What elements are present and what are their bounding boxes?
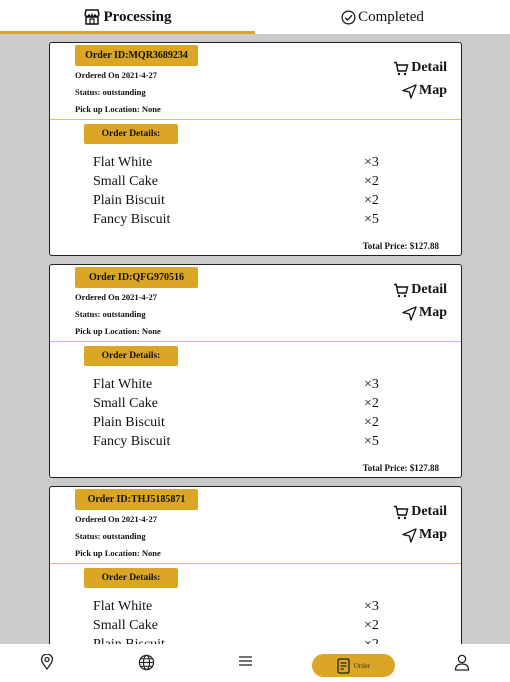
- detail-label: Detail: [411, 60, 447, 75]
- order-card-header: Order ID:THJ5185871 Ordered On 2021-4-27 S…: [50, 487, 461, 564]
- nav-location[interactable]: [40, 654, 54, 670]
- order-receipt-icon: [337, 657, 350, 674]
- order-date: Ordered On 2021-4-27: [75, 514, 158, 524]
- order-list[interactable]: Order ID:MQR3689234 Ordered On 2021-4-27 S…: [0, 34, 510, 644]
- order-date: Ordered On 2021-4-27: [75, 292, 158, 302]
- pickup-location: Pick up Location: None: [75, 548, 161, 558]
- tab-processing[interactable]: Processing: [0, 0, 255, 34]
- detail-label: Detail: [411, 282, 447, 297]
- item-quantity: ×3: [364, 377, 379, 392]
- check-circle-icon: [341, 10, 356, 24]
- item-quantity: ×2: [364, 193, 379, 208]
- item-name: Fancy Biscuit: [93, 434, 171, 449]
- location-pin-icon: [40, 654, 54, 670]
- order-id-badge: Order ID:QFG970516: [75, 267, 198, 288]
- pickup-location: Pick up Location: None: [75, 104, 161, 114]
- globe-icon: [138, 654, 155, 671]
- order-card-header: Order ID:QFG970516 Ordered On 2021-4-27 St…: [50, 265, 461, 342]
- tab-completed-label: Completed: [358, 8, 424, 25]
- order-status: Status: outstanding: [75, 87, 146, 97]
- item-name: Small Cake: [93, 174, 158, 189]
- item-quantity: ×5: [364, 434, 379, 449]
- menu-icon: [239, 656, 252, 666]
- order-card-header: Order ID:MQR3689234 Ordered On 2021-4-27 S…: [50, 43, 461, 120]
- navigation-arrow-icon: [402, 83, 417, 99]
- order-details-label: Order Details:: [84, 568, 178, 588]
- item-name: Small Cake: [93, 618, 158, 633]
- total-price: Total Price: $127.88: [362, 463, 439, 473]
- map-button[interactable]: Map: [402, 527, 447, 543]
- detail-button[interactable]: Detail: [393, 504, 447, 520]
- order-details-label: Order Details:: [84, 124, 178, 144]
- cart-icon: [394, 505, 409, 519]
- map-button[interactable]: Map: [402, 305, 447, 321]
- order-date: Ordered On 2021-4-27: [75, 70, 158, 80]
- order-id-badge: Order ID:THJ5185871: [75, 489, 198, 510]
- nav-order[interactable]: Order: [312, 654, 395, 677]
- detail-label: Detail: [411, 504, 447, 519]
- item-quantity: ×3: [364, 599, 379, 614]
- item-quantity: ×2: [364, 415, 379, 430]
- item-quantity: ×5: [364, 212, 379, 227]
- item-name: Flat White: [93, 377, 153, 392]
- order-id-badge: Order ID:MQR3689234: [75, 45, 198, 66]
- item-quantity: ×2: [364, 174, 379, 189]
- tab-processing-label: Processing: [103, 8, 172, 25]
- total-price: Total Price: $127.88: [362, 241, 439, 251]
- navigation-arrow-icon: [402, 527, 417, 543]
- store-icon: [84, 9, 101, 25]
- nav-explore[interactable]: [138, 654, 155, 671]
- item-quantity: ×2: [364, 637, 379, 644]
- bottom-nav: Order: [0, 644, 510, 682]
- item-quantity: ×2: [364, 396, 379, 411]
- item-name: Small Cake: [93, 396, 158, 411]
- cart-icon: [394, 283, 409, 297]
- item-quantity: ×3: [364, 155, 379, 170]
- item-name: Plain Biscuit: [93, 637, 165, 644]
- cart-icon: [394, 61, 409, 75]
- item-name: Plain Biscuit: [93, 415, 165, 430]
- nav-order-label: Order: [353, 661, 371, 670]
- item-name: Fancy Biscuit: [93, 212, 171, 227]
- item-name: Plain Biscuit: [93, 193, 165, 208]
- pickup-location: Pick up Location: None: [75, 326, 161, 336]
- detail-button[interactable]: Detail: [393, 282, 447, 298]
- order-card[interactable]: Order ID:MQR3689234 Ordered On 2021-4-27 S…: [49, 42, 462, 256]
- tab-bar: Processing Completed: [0, 0, 510, 34]
- map-label: Map: [419, 527, 447, 542]
- nav-profile[interactable]: [454, 654, 470, 671]
- map-label: Map: [419, 305, 447, 320]
- navigation-arrow-icon: [402, 305, 417, 321]
- order-card[interactable]: Order ID:THJ5185871 Ordered On 2021-4-27 S…: [49, 486, 462, 644]
- map-button[interactable]: Map: [402, 83, 447, 99]
- order-status: Status: outstanding: [75, 309, 146, 319]
- item-quantity: ×2: [364, 618, 379, 633]
- order-details-label: Order Details:: [84, 346, 178, 366]
- item-name: Flat White: [93, 155, 153, 170]
- detail-button[interactable]: Detail: [393, 60, 447, 76]
- order-status: Status: outstanding: [75, 531, 146, 541]
- item-name: Flat White: [93, 599, 153, 614]
- order-card[interactable]: Order ID:QFG970516 Ordered On 2021-4-27 St…: [49, 264, 462, 478]
- tab-completed[interactable]: Completed: [255, 0, 510, 34]
- map-label: Map: [419, 83, 447, 98]
- nav-menu[interactable]: [238, 654, 253, 668]
- user-icon: [454, 654, 470, 671]
